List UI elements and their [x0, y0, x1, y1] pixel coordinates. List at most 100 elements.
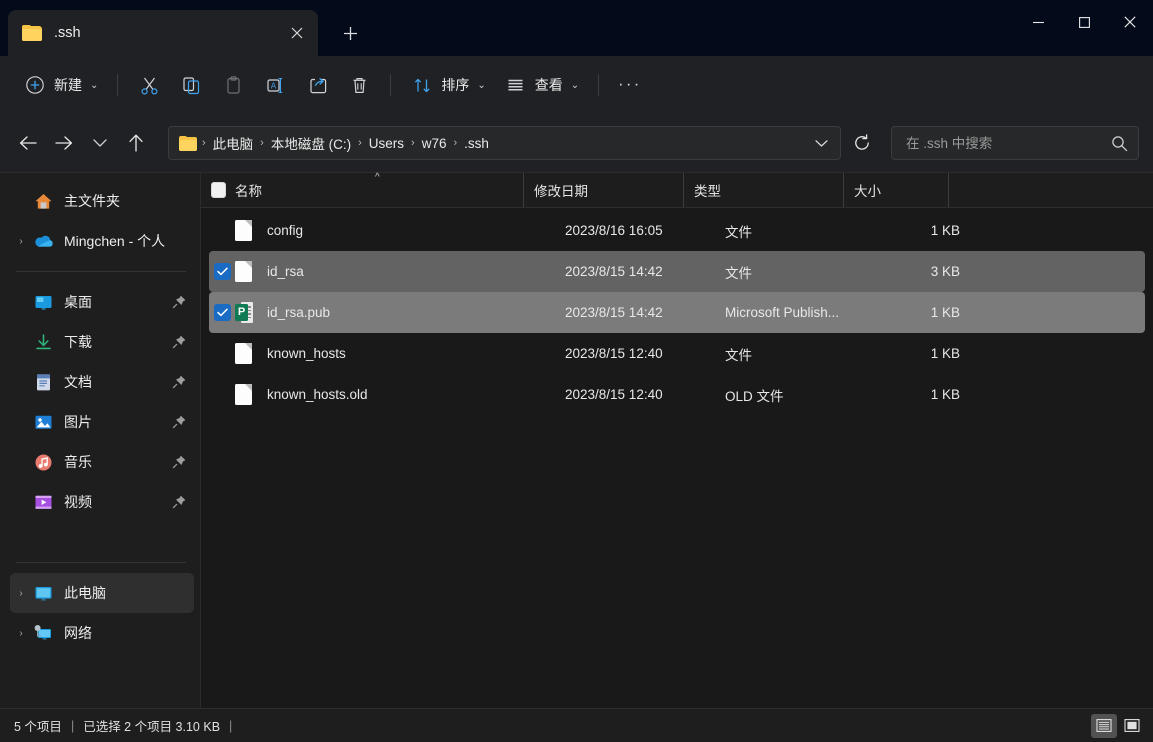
large-icons-view-button[interactable]: [1119, 714, 1145, 738]
cut-button[interactable]: [128, 67, 170, 103]
sidebar-item-downloads[interactable]: 下载: [10, 322, 194, 362]
breadcrumb-item-0[interactable]: 此电脑: [208, 131, 259, 155]
table-row[interactable]: known_hosts 2023/8/15 12:40 文件 1 KB: [209, 333, 1145, 374]
expander-placeholder: [10, 402, 32, 442]
sidebar-item-label: 网络: [64, 625, 92, 641]
checkbox-checked-icon: [213, 263, 231, 280]
music-icon: [32, 451, 54, 473]
column-header-spacer: [948, 173, 1153, 207]
refresh-icon[interactable]: [845, 126, 879, 160]
file-date: 2023/8/16 16:05: [565, 223, 663, 238]
pin-icon[interactable]: [172, 494, 188, 510]
sidebar-item-desktop[interactable]: 桌面: [10, 282, 194, 322]
tab-ssh[interactable]: .ssh: [8, 10, 318, 56]
breadcrumb-separator[interactable]: ›: [409, 137, 417, 149]
downloads-icon: [32, 331, 54, 353]
sidebar-item-label: 音乐: [64, 454, 92, 470]
sidebar-item-pictures[interactable]: 图片: [10, 402, 194, 442]
generic-file-icon: [235, 384, 265, 405]
pin-icon[interactable]: [172, 414, 188, 430]
new-button-label: 新建: [54, 77, 82, 93]
sidebar-item-onedrive[interactable]: › Mingchen - 个人: [10, 221, 194, 261]
expander-icon[interactable]: ›: [10, 613, 32, 653]
sidebar-item-videos[interactable]: 视频: [10, 482, 194, 522]
file-date: 2023/8/15 12:40: [565, 346, 663, 361]
pin-icon[interactable]: [172, 454, 188, 470]
sidebar-divider: [16, 271, 186, 272]
details-view-button[interactable]: [1091, 713, 1117, 738]
file-rows: config 2023/8/16 16:05 文件 1 KB id_rsa 20…: [201, 208, 1153, 708]
expander-placeholder: [10, 362, 32, 402]
breadcrumb-item-3[interactable]: w76: [417, 134, 452, 153]
sidebar-item-label: 视频: [64, 494, 92, 510]
file-date: 2023/8/15 12:40: [565, 387, 663, 402]
column-header-date[interactable]: 修改日期: [523, 173, 683, 207]
breadcrumb-separator[interactable]: ›: [258, 137, 266, 149]
expander-placeholder: [10, 442, 32, 482]
checkbox-checked-icon: [213, 304, 231, 321]
pin-icon[interactable]: [172, 374, 188, 390]
address-dropdown-icon[interactable]: [806, 128, 836, 158]
row-checkbox[interactable]: [209, 304, 235, 321]
view-button[interactable]: 查看 ⌄: [495, 67, 588, 103]
sort-button[interactable]: 排序 ⌄: [401, 67, 494, 103]
share-icon: [305, 73, 329, 97]
status-text: 5 个项目 | 已选择 2 个项目 3.10 KB |: [14, 716, 232, 735]
search-input[interactable]: [904, 134, 1108, 152]
file-type: Microsoft Publish...: [725, 305, 840, 320]
new-tab-button[interactable]: [330, 13, 370, 53]
row-checkbox[interactable]: [209, 263, 235, 280]
column-header-type[interactable]: 类型: [683, 173, 843, 207]
up-icon[interactable]: [118, 125, 154, 161]
breadcrumb-separator[interactable]: ›: [200, 137, 208, 149]
table-row[interactable]: id_rsa 2023/8/15 14:42 文件 3 KB: [209, 251, 1145, 292]
generic-file-icon: [235, 343, 265, 364]
tab-title: .ssh: [54, 25, 81, 41]
column-header-size[interactable]: 大小: [843, 173, 948, 207]
sidebar-item-this-pc[interactable]: › 此电脑: [10, 573, 194, 613]
table-row[interactable]: known_hosts.old 2023/8/15 12:40 OLD 文件 1…: [209, 374, 1145, 415]
recent-locations-icon[interactable]: [82, 125, 118, 161]
file-size: 1 KB: [930, 346, 960, 361]
breadcrumb-item-1[interactable]: 本地磁盘 (C:): [266, 131, 356, 155]
file-name: id_rsa: [267, 264, 304, 279]
rename-button[interactable]: A: [254, 67, 296, 103]
copy-button[interactable]: [170, 67, 212, 103]
column-header-name[interactable]: 名称 ^: [201, 172, 523, 207]
maximize-icon[interactable]: [1061, 0, 1107, 44]
sidebar-item-home[interactable]: 主文件夹: [10, 181, 194, 221]
sidebar-item-network[interactable]: › 网络: [10, 613, 194, 653]
table-row[interactable]: config 2023/8/16 16:05 文件 1 KB: [209, 210, 1145, 251]
search-box[interactable]: [891, 126, 1139, 160]
breadcrumb-item-2[interactable]: Users: [364, 134, 409, 153]
minimize-icon[interactable]: [1015, 0, 1061, 44]
table-row[interactable]: P id_rsa.pub 2023/8/15 14:42 Microsoft P…: [209, 292, 1145, 333]
share-button[interactable]: [296, 67, 338, 103]
new-button[interactable]: 新建 ⌄: [14, 67, 107, 103]
file-date: 2023/8/15 14:42: [565, 264, 663, 279]
this-pc-icon: [32, 582, 54, 604]
breadcrumb-separator[interactable]: ›: [451, 137, 459, 149]
expander-icon[interactable]: ›: [10, 573, 32, 613]
back-icon[interactable]: [10, 125, 46, 161]
close-window-icon[interactable]: [1107, 0, 1153, 44]
more-options-button[interactable]: ···: [609, 67, 650, 103]
sidebar-item-documents[interactable]: 文档: [10, 362, 194, 402]
close-tab-icon[interactable]: [282, 18, 312, 48]
expander-icon[interactable]: ›: [10, 221, 32, 261]
address-bar[interactable]: › 此电脑 › 本地磁盘 (C:) › Users › w76 › .ssh: [168, 126, 841, 160]
forward-icon[interactable]: [46, 125, 82, 161]
breadcrumb-separator[interactable]: ›: [356, 137, 364, 149]
rename-icon: A: [263, 73, 287, 97]
pin-icon[interactable]: [172, 294, 188, 310]
navigation-bar: › 此电脑 › 本地磁盘 (C:) › Users › w76 › .ssh: [0, 114, 1153, 172]
pin-icon[interactable]: [172, 334, 188, 350]
paste-button[interactable]: [212, 67, 254, 103]
file-size: 1 KB: [930, 223, 960, 238]
delete-button[interactable]: [338, 67, 380, 103]
breadcrumb-item-4[interactable]: .ssh: [459, 134, 494, 153]
sidebar-item-label: 此电脑: [64, 585, 106, 601]
breadcrumb: › 此电脑 › 本地磁盘 (C:) › Users › w76 › .ssh: [200, 131, 806, 155]
sidebar-item-music[interactable]: 音乐: [10, 442, 194, 482]
select-all-checkbox[interactable]: [201, 182, 235, 198]
